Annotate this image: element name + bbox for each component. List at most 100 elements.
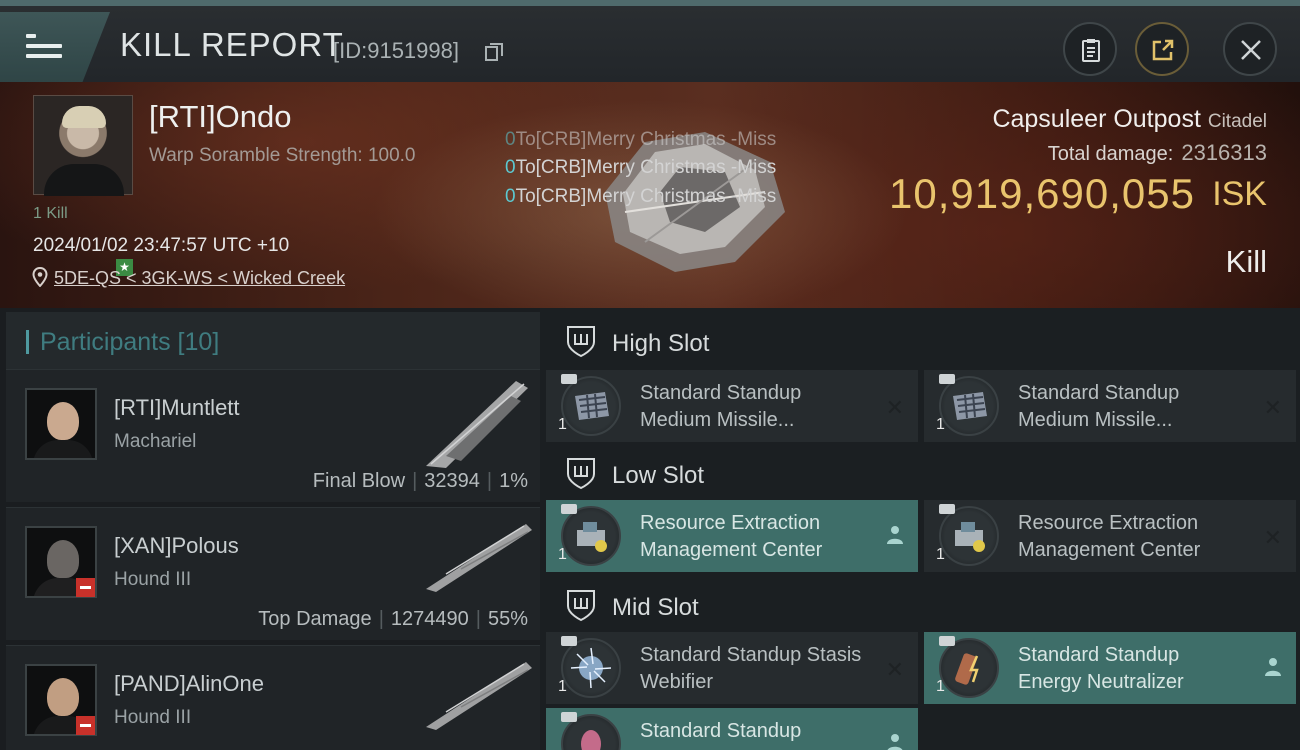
participant-tag: Top Damage xyxy=(258,608,372,630)
participant-damage: 1274490 xyxy=(390,608,469,630)
module-quantity: 1 xyxy=(936,416,945,433)
missile-launcher-icon xyxy=(561,376,621,436)
copy-icon[interactable] xyxy=(485,43,503,61)
module-name: Resource Extraction Management Center xyxy=(1018,512,1201,561)
module-name: Standard Standup Medium Missile... xyxy=(1018,382,1180,431)
victim-name[interactable]: [RTI]Ondo xyxy=(149,99,291,135)
ship-image xyxy=(426,381,528,468)
low-slot-header: Low Slot xyxy=(546,444,1298,500)
avatar[interactable] xyxy=(25,388,97,460)
clipboard-icon xyxy=(1082,39,1100,62)
energy-neutralizer-icon xyxy=(939,638,999,698)
shield-slot-icon xyxy=(567,326,595,358)
high-slot-header: High Slot xyxy=(546,312,1298,368)
participant-ship: Hound III xyxy=(114,707,192,728)
shield-slot-icon xyxy=(567,458,595,490)
close-icon xyxy=(1241,40,1261,60)
participant-name: [RTI]Muntlett xyxy=(114,395,240,420)
charge-icon xyxy=(561,504,577,514)
charge-icon xyxy=(561,374,577,384)
structure-class: Citadel xyxy=(1207,111,1267,132)
module-item[interactable]: 1 Resource Extraction Management Center … xyxy=(924,500,1296,572)
charge-icon xyxy=(561,712,577,722)
participant-row[interactable]: [XAN]Polous Hound III Top Damage | 1274490… xyxy=(6,507,540,640)
module-item[interactable]: 1 Resource Extraction Management Center xyxy=(546,500,918,572)
kill-summary-banner: ★ [RTI]Ondo Warp Soramble Strength: 100.… xyxy=(0,82,1300,308)
structure-type-name: Capsuleer Outpost xyxy=(992,105,1201,133)
share-external-icon xyxy=(1152,39,1174,61)
isk-value: 10,919,690,055 xyxy=(889,170,1195,217)
x-destroyed-icon: ✕ xyxy=(1263,395,1282,420)
module-quantity: 1 xyxy=(558,416,567,433)
page-title: KILL REPORT xyxy=(120,26,344,63)
hostile-standing-icon xyxy=(76,716,95,735)
slot-title: Low Slot xyxy=(612,462,705,489)
participant-damage: 32394 xyxy=(424,470,480,492)
module-name: Resource Extraction Management Center xyxy=(640,512,823,561)
participant-percent: 55% xyxy=(487,608,528,630)
share-button[interactable] xyxy=(1135,22,1189,76)
participant-row[interactable]: [RTI]Muntlett Machariel Final Blow | 32394… xyxy=(6,369,540,502)
module-item[interactable]: 1 Standard Standup Energy Neutralizer xyxy=(924,632,1296,704)
kill-datetime: 2024/01/02 23:47:57 UTC +10 xyxy=(33,235,290,256)
participants-header: Participants [10] xyxy=(6,312,540,370)
participant-name: [XAN]Polous xyxy=(114,533,239,558)
module-name: Standard Standup xyxy=(640,720,802,742)
participant-ship: Hound III xyxy=(114,569,192,590)
kill-id: [ID:9151998] xyxy=(333,38,459,63)
menu-button[interactable] xyxy=(0,12,110,82)
module-item[interactable]: 1 Standard Standup Stasis Webifier ✕ xyxy=(546,632,918,704)
combat-log-line: 0To[CRB]Merry Christmas -Miss xyxy=(505,157,777,178)
top-bar: KILL REPORT [ID:9151998] xyxy=(0,0,1300,82)
module-quantity: 1 xyxy=(936,678,945,695)
participant-percent: 1% xyxy=(499,470,528,492)
fitting-panel: High Slot 1 Standard Standup Medium Miss… xyxy=(540,308,1300,750)
mid-slot-header: Mid Slot xyxy=(546,576,1298,632)
location-link[interactable]: 5DE-QS < 3GK-WS < Wicked Creek xyxy=(54,268,345,289)
map-pin-icon xyxy=(32,267,48,287)
participant-name: [PAND]AlinOne xyxy=(114,671,264,696)
x-destroyed-icon: ✕ xyxy=(1263,525,1282,550)
slot-title: Mid Slot xyxy=(612,594,699,621)
victim-avatar[interactable] xyxy=(33,95,133,196)
participants-panel: Participants [10] [RTI]Muntlett Macharie… xyxy=(0,308,540,750)
participant-ship: Machariel xyxy=(114,431,197,452)
module-name: Standard Standup Medium Missile... xyxy=(640,382,802,431)
person-dropped-icon xyxy=(887,526,903,544)
hamburger-menu-icon xyxy=(26,34,62,58)
module-item[interactable]: Standard Standup xyxy=(546,708,918,750)
charge-icon xyxy=(939,374,955,384)
total-damage: Total damage: 2316313 xyxy=(1048,140,1267,166)
person-dropped-icon xyxy=(887,734,903,750)
close-button[interactable] xyxy=(1223,22,1277,76)
missile-launcher-icon xyxy=(939,376,999,436)
module-quantity: 1 xyxy=(936,546,945,563)
module-quantity: 1 xyxy=(558,546,567,563)
module-name: Standard Standup Energy Neutralizer xyxy=(1018,644,1184,693)
module-quantity: 1 xyxy=(558,678,567,695)
structure-name: Capsuleer Outpost Citadel xyxy=(992,105,1267,134)
charge-icon xyxy=(939,504,955,514)
participants-title: Participants [10] xyxy=(40,328,220,356)
participant-tag: Final Blow xyxy=(312,470,406,492)
total-damage-value: 2316313 xyxy=(1181,140,1267,165)
participant-row[interactable]: [PAND]AlinOne Hound III xyxy=(6,645,540,750)
extraction-center-icon xyxy=(939,506,999,566)
clipboard-button[interactable] xyxy=(1063,22,1117,76)
total-damage-label: Total damage: xyxy=(1047,143,1174,165)
combat-log-line: 0To[CRB]Merry Christmas -Miss xyxy=(505,186,777,207)
slot-title: High Slot xyxy=(612,330,710,357)
combat-log-line: 0To[CRB]Merry Christmas -Miss xyxy=(505,129,777,150)
extraction-center-icon xyxy=(561,506,621,566)
module-item[interactable]: 1 Standard Standup Medium Missile... ✕ xyxy=(546,370,918,442)
result-label: Kill xyxy=(1225,244,1267,279)
module-item[interactable]: 1 Standard Standup Medium Missile... ✕ xyxy=(924,370,1296,442)
isk-unit: ISK xyxy=(1212,175,1267,213)
stasis-webifier-icon xyxy=(561,638,621,698)
x-destroyed-icon: ✕ xyxy=(885,395,904,420)
ship-image xyxy=(426,524,532,592)
warp-scramble-strength: Warp Soramble Strength: 100.0 xyxy=(149,145,416,166)
hostile-standing-icon xyxy=(76,578,95,597)
kill-count: 1 Kill xyxy=(33,205,68,222)
participant-stats: Top Damage | 1274490 | 55% xyxy=(258,608,528,630)
